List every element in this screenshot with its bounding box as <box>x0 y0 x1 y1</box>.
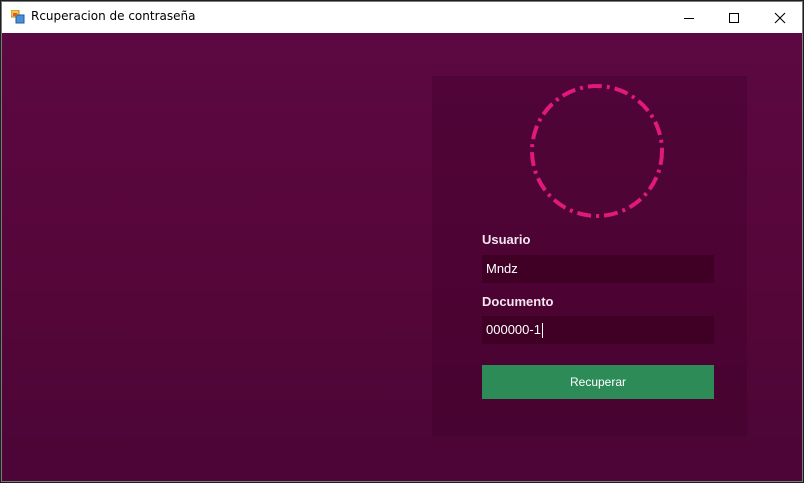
recover-button[interactable]: Recuperar <box>482 365 714 399</box>
close-button[interactable] <box>757 2 803 33</box>
title-bar[interactable]: Rcuperacion de contraseña <box>2 2 802 33</box>
text-caret <box>541 323 543 339</box>
app-window: Rcuperacion de contraseña Usuario Mndz D… <box>1 1 803 482</box>
user-input[interactable]: Mndz <box>482 255 714 283</box>
maximize-button[interactable] <box>711 2 757 33</box>
recovery-panel: Usuario Mndz Documento 000000-1 Recupera… <box>432 76 747 436</box>
app-icon <box>11 10 25 24</box>
window-title: Rcuperacion de contraseña <box>31 9 196 23</box>
user-input-value: Mndz <box>486 261 518 276</box>
recover-button-label: Recuperar <box>569 375 627 389</box>
maximize-icon <box>729 12 739 23</box>
document-label: Documento <box>482 294 554 309</box>
minimize-icon <box>684 17 694 19</box>
dashed-circle-icon <box>530 84 664 218</box>
minimize-button[interactable] <box>666 2 712 33</box>
document-input[interactable]: 000000-1 <box>482 316 714 344</box>
document-input-value: 000000-1 <box>486 322 541 337</box>
user-label: Usuario <box>482 232 531 247</box>
close-icon <box>774 12 786 23</box>
client-area: Usuario Mndz Documento 000000-1 Recupera… <box>2 33 802 481</box>
